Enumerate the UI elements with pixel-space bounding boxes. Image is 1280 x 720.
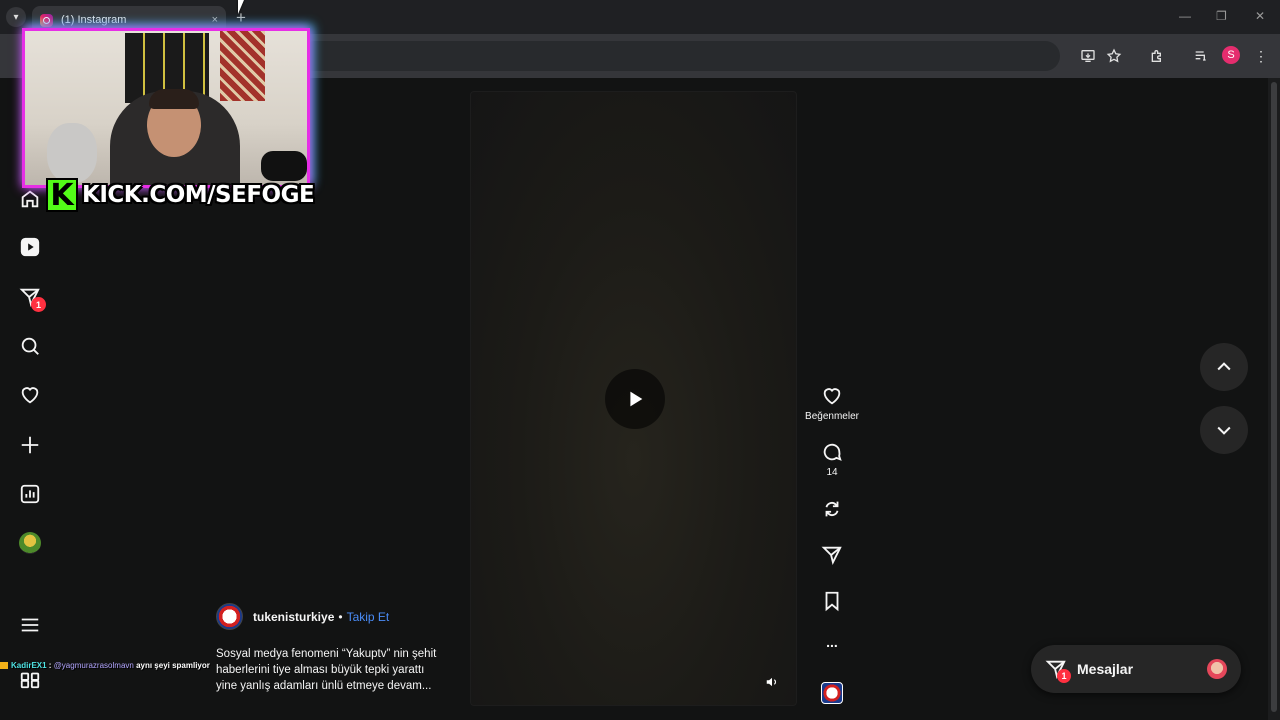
audio-button[interactable] xyxy=(806,682,858,704)
dashboard-icon[interactable] xyxy=(18,482,42,506)
chevron-up-icon xyxy=(1217,362,1231,371)
chat-separator: : xyxy=(46,661,54,670)
like-button[interactable]: Beğenmeler xyxy=(805,385,859,422)
reels-icon[interactable] xyxy=(18,235,42,259)
volume-icon[interactable] xyxy=(762,672,782,692)
next-reel-button[interactable] xyxy=(1200,406,1248,454)
extensions-puzzle-icon[interactable] xyxy=(1147,46,1167,66)
kick-logo-icon: K xyxy=(46,178,78,213)
messages-label: Mesajlar xyxy=(1077,661,1134,677)
reel-author-row: tukenisturkiye • Takip Et xyxy=(216,603,389,630)
hamburger-menu-icon[interactable] xyxy=(18,613,42,637)
install-app-icon[interactable] xyxy=(1078,46,1098,66)
send-icon xyxy=(821,546,842,565)
teddy-bear xyxy=(47,123,97,183)
author-separator: • xyxy=(338,609,343,624)
mouse-cursor-icon xyxy=(238,0,244,14)
screen: ▾ (1) Instagram × + — ❐ ✕ S ⋮ 1 K KICK.C… xyxy=(0,0,1280,720)
bookmark-star-icon[interactable] xyxy=(1104,46,1124,66)
kick-url: KICK.COM/SEFOGE xyxy=(82,182,315,208)
comment-icon xyxy=(823,443,842,461)
home-icon[interactable] xyxy=(18,187,42,211)
instagram-favicon-icon xyxy=(40,13,53,27)
repost-icon xyxy=(825,501,839,517)
also-from-meta-icon[interactable] xyxy=(18,667,42,691)
profile-nav-avatar[interactable] xyxy=(18,531,42,555)
messenger-icon: 1 xyxy=(1045,658,1071,683)
caption-line: yine yanlış adamları ünlü etmeye devam..… xyxy=(216,680,432,692)
streamer-hair xyxy=(149,89,199,109)
close-window-button[interactable]: ✕ xyxy=(1255,9,1265,23)
notification-badge: 1 xyxy=(31,297,46,312)
page-scrollbar[interactable] xyxy=(1268,78,1280,720)
restore-button[interactable]: ❐ xyxy=(1216,9,1227,23)
webcam-overlay xyxy=(22,28,310,188)
author-username[interactable]: tukenisturkiye xyxy=(253,610,334,624)
chat-mention: @yagmurazrasolmavn xyxy=(53,661,134,670)
messenger-icon[interactable]: 1 xyxy=(18,285,46,312)
chat-text: aynı şeyi spamliyor xyxy=(133,661,210,670)
comment-button[interactable]: 14 xyxy=(806,441,858,478)
comment-count: 14 xyxy=(826,467,838,478)
tab-title: (1) Instagram xyxy=(61,14,127,26)
minimize-button[interactable]: — xyxy=(1179,9,1191,23)
audio-thumbnail xyxy=(821,682,843,704)
play-button[interactable] xyxy=(605,369,665,429)
previous-reel-button[interactable] xyxy=(1200,343,1248,391)
chat-username: KadirEX1 xyxy=(11,661,47,670)
stream-chat-message: KadirEX1 : @yagmurazrasolmavn aynı şeyi … xyxy=(0,661,210,670)
create-plus-icon[interactable] xyxy=(18,433,42,457)
bookmark-icon xyxy=(825,591,839,612)
messages-button[interactable]: 1 Mesajlar xyxy=(1031,645,1241,693)
tab-list-chevron-icon[interactable]: ▾ xyxy=(6,7,26,27)
chat-badge-icon xyxy=(0,662,8,670)
media-controls-icon[interactable] xyxy=(1191,46,1211,66)
message-contact-avatar xyxy=(1207,659,1227,679)
caption-line: Sosyal medya fenomeni “Yakuptv” nin şehi… xyxy=(216,648,437,660)
repost-button[interactable] xyxy=(806,498,858,520)
tab-close-icon[interactable]: × xyxy=(212,14,218,26)
follow-button[interactable]: Takip Et xyxy=(347,610,390,624)
scrollbar-thumb[interactable] xyxy=(1271,82,1277,712)
save-button[interactable] xyxy=(806,590,858,612)
like-label: Beğenmeler xyxy=(805,411,859,422)
author-avatar[interactable] xyxy=(216,603,243,630)
heart-icon[interactable] xyxy=(18,383,42,407)
search-icon[interactable] xyxy=(18,334,42,358)
share-button[interactable] xyxy=(806,544,858,566)
heart-icon xyxy=(823,388,841,405)
browser-menu-icon[interactable]: ⋮ xyxy=(1251,46,1271,66)
address-bar[interactable] xyxy=(300,41,1060,71)
profile-picture xyxy=(19,532,41,554)
more-options-button[interactable]: ... xyxy=(806,634,858,650)
more-options-icon: ... xyxy=(826,634,838,650)
kick-banner: K KICK.COM/SEFOGE xyxy=(46,176,315,214)
messages-badge: 1 xyxy=(1057,669,1071,683)
caption-line: haberlerini tiye alması büyük tepki yara… xyxy=(216,664,425,676)
chevron-down-icon xyxy=(1217,426,1231,435)
reel-video[interactable] xyxy=(470,91,797,706)
profile-avatar[interactable]: S xyxy=(1222,46,1240,64)
reel-caption[interactable]: Sosyal medya fenomeni “Yakuptv” nin şehi… xyxy=(216,646,456,694)
wall-rug xyxy=(220,31,265,101)
